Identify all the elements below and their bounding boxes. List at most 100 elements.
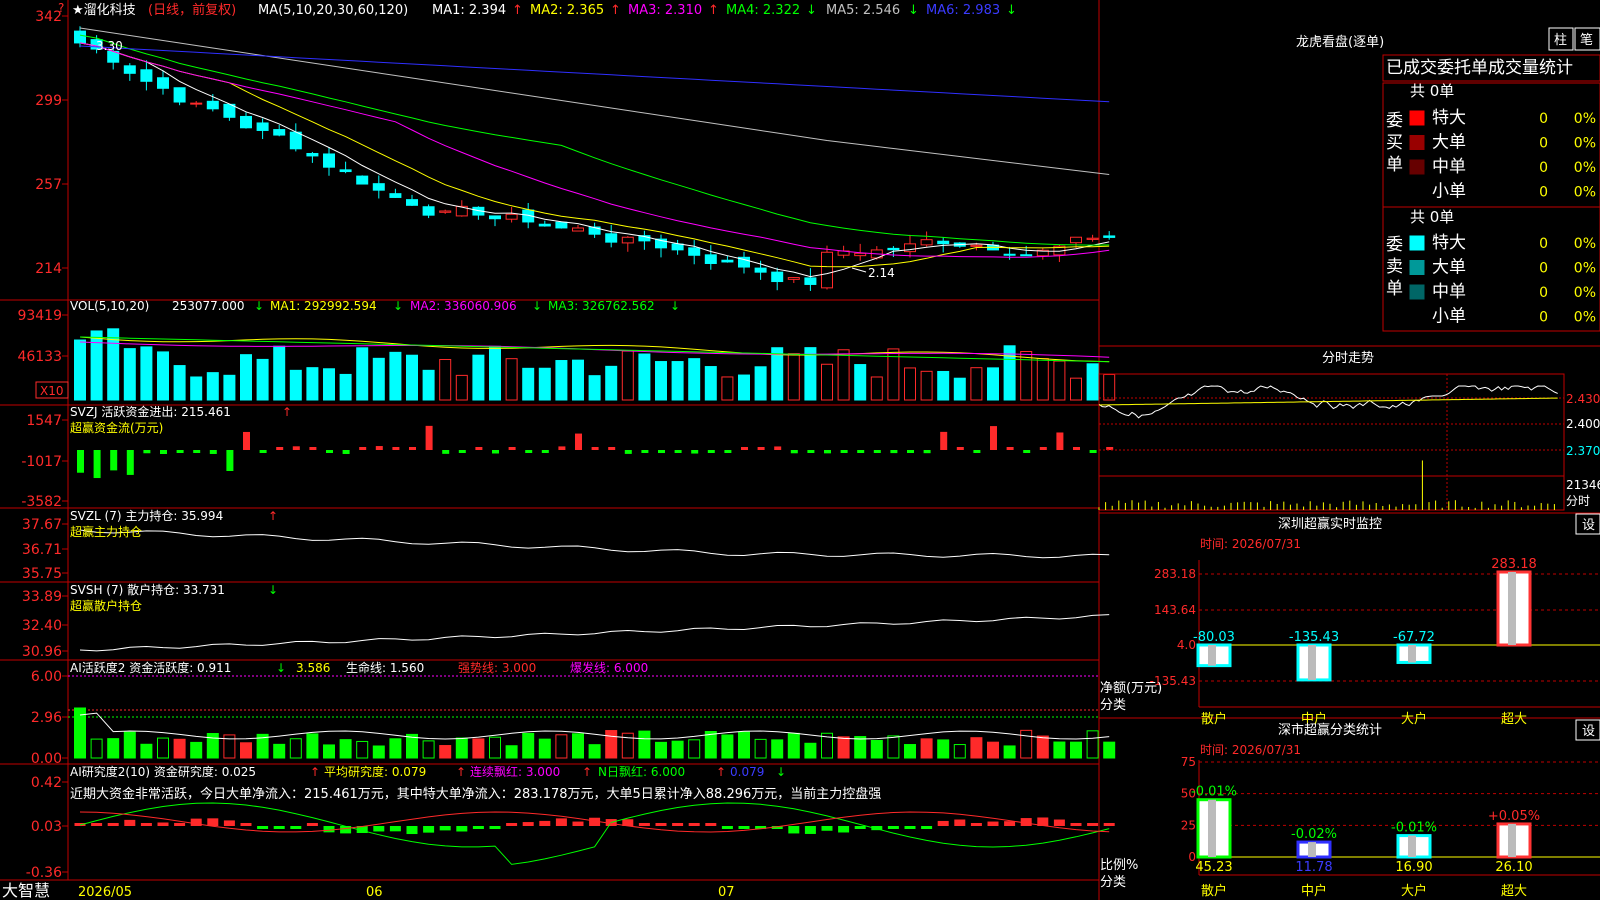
flow-bar (624, 450, 632, 454)
research-bar (273, 826, 285, 829)
flow-bar (873, 450, 881, 453)
volume-bar (273, 345, 286, 401)
monitor-axis-label: 净额(万元) (1100, 681, 1162, 696)
help-icon[interactable]: ? (58, 1, 64, 15)
activity-bar (1036, 735, 1049, 759)
order-type-label: 大单 (1432, 133, 1466, 153)
order-percent: 0% (1574, 285, 1596, 301)
svzj-sub: 超赢资金流(万元) (70, 420, 163, 435)
candle-body (439, 210, 452, 213)
buy-total: 共 0单 (1410, 82, 1454, 100)
activity-bar (638, 730, 651, 759)
flow-bar (110, 450, 118, 471)
activity-bar (970, 737, 983, 759)
flow-bar (93, 450, 101, 479)
activity-bar (389, 738, 402, 759)
research-bar (456, 826, 468, 832)
research-bar (190, 818, 202, 826)
ai-active-burst: 爆发线: 6.000 (570, 660, 648, 675)
x-label-jun: 06 (366, 885, 383, 900)
candle-body (920, 239, 933, 246)
research-bar (1103, 823, 1115, 826)
volume-bar (970, 367, 983, 401)
volume-bar (406, 354, 418, 401)
activity-bar (1086, 730, 1099, 759)
activity-bar (472, 738, 485, 759)
research-bar (638, 823, 650, 826)
monitor-category-label: 散户 (1201, 711, 1227, 727)
research-bar (688, 823, 700, 826)
activity-bar (721, 734, 734, 759)
flow-bar (409, 447, 416, 450)
candle-body (339, 169, 352, 173)
high-price-label: 3.30 (96, 39, 123, 53)
flow-bar (907, 450, 914, 453)
net-amount-bar-shade (1508, 572, 1516, 645)
candle-body (721, 259, 734, 263)
svzj-label: SVZJ 活跃资金进出: 215.461 (70, 404, 231, 419)
ai-research-last: 0.079 (730, 765, 764, 779)
tab-orders[interactable]: 委托单 (1437, 58, 1488, 78)
research-bar (887, 826, 899, 829)
volume-bar (455, 374, 468, 401)
period-label: (日线，前复权) (148, 2, 236, 18)
candle-body (422, 206, 435, 216)
order-type-label: 特大 (1432, 233, 1466, 253)
activity-bar (837, 736, 850, 759)
ratio-bar-shade (1308, 842, 1316, 857)
ai-active-arrow: ↓ (276, 661, 286, 675)
research-bar (257, 826, 269, 829)
order-type-label: 小单 (1432, 307, 1466, 327)
research-bar (373, 826, 385, 832)
candle-body (1003, 253, 1016, 256)
candle-body (1070, 236, 1082, 244)
order-swatch (1409, 159, 1425, 175)
flow-bar (674, 450, 682, 453)
chart-canvas[interactable]: 34229925721493419461331547-1017-358237.6… (0, 0, 1600, 900)
vol-value: 253077.000 (172, 299, 245, 313)
order-type-label: 中单 (1432, 157, 1466, 177)
ai-research-label: AI研究度2(10) 资金研究度: 0.025 (70, 764, 256, 779)
volume-bar (522, 367, 535, 401)
tab-done[interactable]: 已成交 (1386, 58, 1437, 78)
stats-axis-label: 比例% (1100, 858, 1138, 873)
flow-bar (774, 446, 782, 450)
activity-bar (605, 730, 618, 759)
candle-body (754, 267, 767, 273)
flow-bar (226, 450, 234, 471)
vol-ma1: MA1: 292992.594 (270, 299, 377, 313)
sell-side-label: 卖 (1386, 257, 1403, 277)
flow-bar (492, 450, 499, 454)
flow-bar (160, 450, 167, 454)
volume-bar (240, 354, 252, 401)
volume-bar (671, 361, 684, 401)
flow-bar (840, 450, 848, 453)
activity-bar (372, 745, 385, 759)
y-tick-label: 0.03 (31, 819, 62, 835)
volume-bar (771, 347, 784, 401)
candle-body (74, 30, 86, 44)
vol-ma2: MA2: 336060.906 (410, 299, 517, 313)
research-bar (904, 826, 916, 829)
candle-body (1020, 254, 1033, 257)
candle-body (887, 247, 900, 251)
flow-bar (658, 450, 665, 454)
research-bar (522, 822, 534, 826)
tab-volume-stats[interactable]: 成交量统计 (1488, 58, 1573, 78)
flow-bar (591, 447, 599, 450)
flow-bar (807, 450, 815, 453)
flow-bar (608, 447, 616, 450)
ma4-value: MA4: 2.322 (726, 3, 800, 18)
research-bar (987, 821, 999, 826)
flow-bar (143, 450, 151, 454)
order-type-label: 大单 (1432, 258, 1466, 278)
flow-bar (326, 450, 333, 453)
flow-bar (890, 450, 898, 454)
svsh-arrow: ↓ (268, 583, 278, 597)
net-amount-label: 283.18 (1491, 557, 1537, 572)
research-bar (423, 826, 435, 833)
candle-body (771, 271, 784, 283)
activity-bar (904, 744, 916, 759)
flow-bar (824, 450, 831, 454)
ma1-value: MA1: 2.394 (432, 3, 506, 18)
